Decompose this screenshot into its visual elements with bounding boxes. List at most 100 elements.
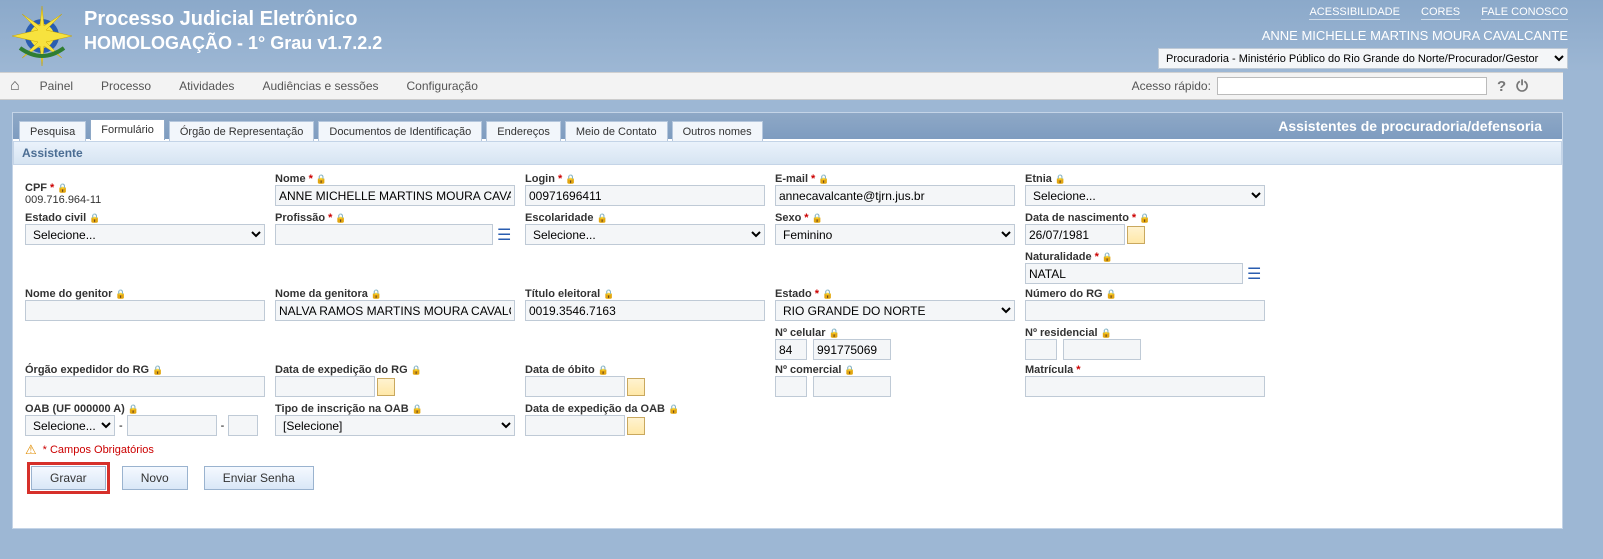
help-icon[interactable]: ? (1497, 78, 1506, 95)
label-profissao: Profissão (275, 212, 325, 224)
tab-enderecos[interactable]: Endereços (486, 121, 561, 142)
list-icon[interactable]: ☰ (497, 225, 511, 245)
label-nome-genitora: Nome da genitora (275, 288, 368, 300)
lock-icon: 🔒 (818, 174, 829, 185)
input-data-exp-rg[interactable] (275, 376, 375, 397)
select-estado[interactable]: RIO GRANDE DO NORTE (775, 300, 1015, 321)
menu-painel[interactable]: Painel (40, 79, 73, 93)
tab-orgao-representacao[interactable]: Órgão de Representação (169, 121, 315, 142)
lock-icon: 🔒 (812, 213, 823, 224)
input-nome-genitor[interactable] (25, 300, 265, 321)
link-fale-conosco[interactable]: FALE CONOSCO (1481, 6, 1568, 20)
input-data-obito[interactable] (525, 376, 625, 397)
tab-outros-nomes[interactable]: Outros nomes (672, 121, 763, 142)
input-numero-rg[interactable] (1025, 300, 1265, 321)
lock-icon: 🔒 (89, 213, 100, 224)
content-panel: Assistentes de procuradoria/defensoria P… (12, 112, 1563, 529)
tab-documentos-identificacao[interactable]: Documentos de Identificação (318, 121, 482, 142)
home-icon[interactable]: ⌂ (10, 77, 20, 95)
input-comercial-ddd[interactable] (775, 376, 807, 397)
lock-icon: 🔒 (1055, 174, 1066, 185)
label-data-exp-rg: Data de expedição do RG (275, 364, 408, 376)
lock-icon: 🔒 (316, 174, 327, 185)
input-profissao[interactable] (275, 224, 493, 245)
power-icon[interactable]: ⏻ (1516, 78, 1528, 95)
lock-icon: 🔒 (115, 289, 126, 300)
input-orgao-rg[interactable] (25, 376, 265, 397)
calendar-icon[interactable] (627, 417, 645, 435)
input-celular-num[interactable] (813, 339, 891, 360)
lock-icon: 🔒 (128, 404, 139, 415)
tab-pesquisa[interactable]: Pesquisa (19, 121, 86, 142)
app-header: Processo Judicial Eletrônico HOMOLOGAÇÃO… (0, 0, 1603, 72)
lock-icon: 🔒 (596, 213, 607, 224)
input-email[interactable] (775, 185, 1015, 206)
input-data-exp-oab[interactable] (525, 415, 625, 436)
calendar-icon[interactable] (627, 378, 645, 396)
label-numero-rg: Número do RG (1025, 288, 1103, 300)
input-nome[interactable] (275, 185, 515, 206)
input-login[interactable] (525, 185, 765, 206)
acesso-rapido-input[interactable] (1217, 77, 1487, 95)
tab-formulario[interactable]: Formulário (90, 119, 165, 140)
value-cpf: 009.716.964-11 (25, 194, 265, 206)
label-tipo-oab: Tipo de inscrição na OAB (275, 403, 409, 415)
select-tipo-oab[interactable]: [Selecione] (275, 415, 515, 436)
calendar-icon[interactable] (377, 378, 395, 396)
tab-meio-contato[interactable]: Meio de Contato (565, 121, 668, 142)
input-matricula[interactable] (1025, 376, 1265, 397)
label-login: Login (525, 173, 555, 185)
coat-of-arms-icon (10, 4, 74, 68)
input-comercial-num[interactable] (813, 376, 891, 397)
label-data-nascimento: Data de nascimento (1025, 212, 1129, 224)
lock-icon: 🔒 (1101, 328, 1112, 339)
enviar-senha-button[interactable]: Enviar Senha (204, 466, 314, 490)
input-residencial-ddd[interactable] (1025, 339, 1057, 360)
menu-atividades[interactable]: Atividades (179, 79, 234, 93)
input-celular-ddd[interactable] (775, 339, 807, 360)
select-escolaridade[interactable]: Selecione... (525, 224, 765, 245)
input-residencial-num[interactable] (1063, 339, 1141, 360)
novo-button[interactable]: Novo (122, 466, 188, 490)
lock-icon: 🔒 (828, 328, 839, 339)
label-oab: OAB (UF 000000 A) (25, 403, 125, 415)
select-etnia[interactable]: Selecione... (1025, 185, 1265, 206)
label-titulo-eleitoral: Título eleitoral (525, 288, 600, 300)
lock-icon: 🔒 (335, 213, 346, 224)
current-user-name: ANNE MICHELLE MARTINS MOURA CAVALCANTE (1262, 28, 1568, 43)
select-oab-uf[interactable]: Selecione... (25, 415, 115, 436)
main-menubar: ⌂ Painel Processo Atividades Audiências … (0, 72, 1563, 100)
app-title-2: HOMOLOGAÇÃO - 1° Grau v1.7.2.2 (84, 33, 382, 54)
link-cores[interactable]: CORES (1421, 6, 1460, 20)
select-sexo[interactable]: Feminino (775, 224, 1015, 245)
input-data-nascimento[interactable] (1025, 224, 1125, 245)
label-orgao-rg: Órgão expedidor do RG (25, 364, 149, 376)
list-icon[interactable]: ☰ (1247, 264, 1261, 284)
label-n-residencial: Nº residencial (1025, 327, 1098, 339)
procuradoria-select[interactable]: Procuradoria - Ministério Público do Rio… (1158, 48, 1568, 69)
input-oab-numero[interactable] (127, 415, 217, 436)
label-naturalidade: Naturalidade (1025, 251, 1092, 263)
top-links: ACESSIBILIDADE CORES FALE CONOSCO (1291, 6, 1568, 18)
label-sexo: Sexo (775, 212, 801, 224)
menu-audiencias[interactable]: Audiências e sessões (262, 79, 378, 93)
input-nome-genitora[interactable] (275, 300, 515, 321)
label-escolaridade: Escolaridade (525, 212, 593, 224)
menu-processo[interactable]: Processo (101, 79, 151, 93)
lock-icon: 🔒 (603, 289, 614, 300)
select-estado-civil[interactable]: Selecione... (25, 224, 265, 245)
calendar-icon[interactable] (1127, 226, 1145, 244)
section-header-assistente: Assistente (13, 141, 1562, 165)
acesso-rapido-label: Acesso rápido: (1132, 79, 1211, 93)
lock-icon: 🔒 (1102, 252, 1113, 263)
lock-icon: 🔒 (598, 365, 609, 376)
lock-icon: 🔒 (822, 289, 833, 300)
gravar-button[interactable]: Gravar (31, 466, 106, 490)
link-acessibilidade[interactable]: ACESSIBILIDADE (1309, 6, 1399, 20)
label-nome-genitor: Nome do genitor (25, 288, 112, 300)
menu-configuracao[interactable]: Configuração (407, 79, 478, 93)
input-oab-letra[interactable] (228, 415, 258, 436)
lock-icon: 🔒 (1139, 213, 1150, 224)
input-naturalidade[interactable] (1025, 263, 1243, 284)
input-titulo-eleitoral[interactable] (525, 300, 765, 321)
